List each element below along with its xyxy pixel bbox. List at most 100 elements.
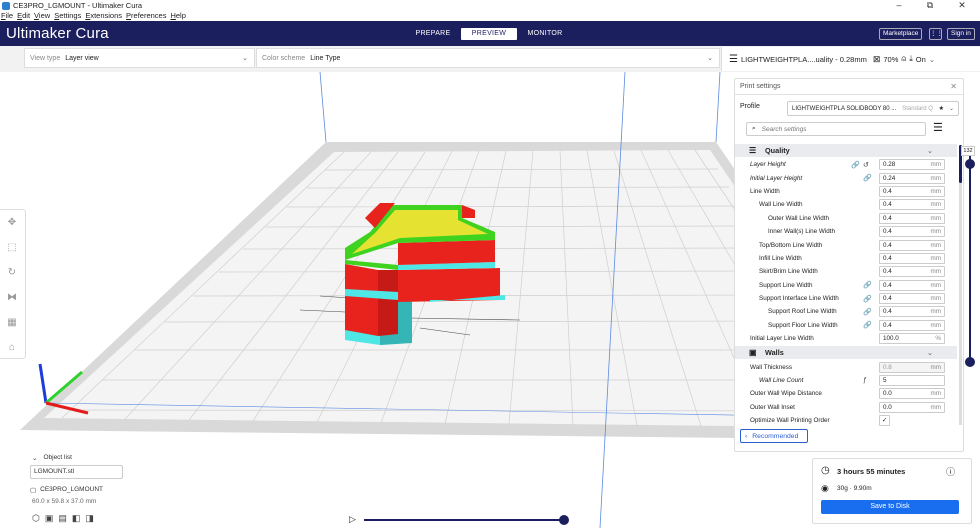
info-icon[interactable]: ⓘ bbox=[946, 465, 955, 478]
setting-value-field[interactable]: 0.4 mm bbox=[879, 239, 945, 251]
setting-label: Skirt/Brim Line Width bbox=[759, 268, 818, 276]
left-toolbar: ✥ ⬚ ↻ ⧓ ▦ ⌂ bbox=[0, 209, 26, 359]
profile-select[interactable]: LIGHTWEIGHTPLA SOLIDBODY 80 ... Standard… bbox=[787, 101, 959, 116]
setting-value-field[interactable]: 100.0% bbox=[879, 333, 945, 345]
setting-row: Skirt/Brim Line Width 0.4 mm bbox=[735, 265, 957, 278]
setting-value-field[interactable]: 0.4 mm bbox=[879, 319, 945, 331]
setting-value-field[interactable]: 0.28 mm bbox=[879, 159, 945, 171]
setting-value-field[interactable]: 5 bbox=[879, 375, 945, 387]
link-icon[interactable]: 🔗 bbox=[863, 281, 872, 289]
setting-value-field[interactable]: 0.8 mm bbox=[879, 361, 945, 373]
path-slider-handle[interactable] bbox=[559, 515, 569, 525]
setting-value-field[interactable]: 0.0 mm bbox=[879, 388, 945, 400]
profile-label: Profile bbox=[740, 102, 760, 110]
setting-row: Optimize Wall Printing Order ✓ bbox=[735, 414, 957, 427]
menu-file[interactable]: File bbox=[1, 11, 13, 21]
link-icon[interactable]: 🔗 bbox=[863, 295, 872, 303]
view-left-icon[interactable]: ◧ bbox=[72, 513, 81, 524]
play-icon[interactable]: ▷ bbox=[349, 514, 356, 525]
rotate-tool-icon[interactable]: ↻ bbox=[0, 260, 24, 285]
setting-unit: mm bbox=[930, 254, 942, 262]
view-right-icon[interactable]: ◨ bbox=[85, 513, 94, 524]
view-top-icon[interactable]: ▤ bbox=[58, 513, 67, 524]
color-scheme-select[interactable]: Color scheme Line Type ⌄ bbox=[256, 48, 720, 68]
setting-value-field[interactable]: 0.4 mm bbox=[879, 306, 945, 318]
setting-row: Support Line Width 🔗 0.4 mm bbox=[735, 279, 957, 292]
setting-checkbox[interactable]: ✓ bbox=[879, 415, 890, 427]
object-actions: ⬡ ▣ ▤ ◧ ◨ bbox=[32, 513, 94, 524]
marketplace-button[interactable]: Marketplace bbox=[879, 28, 923, 40]
menu-extensions[interactable]: Extensions bbox=[85, 11, 122, 21]
setting-value-field[interactable]: 0.4 mm bbox=[879, 185, 945, 197]
profile-value: LIGHTWEIGHTPLA SOLIDBODY 80 ... bbox=[792, 105, 897, 112]
maximize-icon[interactable]: ⧉ bbox=[915, 0, 945, 11]
move-tool-icon[interactable]: ✥ bbox=[0, 210, 24, 235]
setting-value-field[interactable]: 0.0 mm bbox=[879, 401, 945, 413]
per-model-settings-icon[interactable]: ▦ bbox=[0, 310, 24, 335]
support-blocker-icon[interactable]: ⌂ bbox=[0, 335, 24, 360]
save-to-disk-button[interactable]: Save to Disk bbox=[821, 500, 959, 514]
menu-preferences[interactable]: Preferences bbox=[126, 11, 166, 21]
layer-bottom-handle[interactable] bbox=[965, 357, 975, 367]
layer-top-value[interactable]: 132 bbox=[961, 146, 975, 156]
search-icon: ⌕ bbox=[752, 125, 756, 132]
view-front-icon[interactable]: ▣ bbox=[45, 513, 54, 524]
setting-label: Line Width bbox=[750, 187, 780, 195]
setting-value-field[interactable]: 0.4 mm bbox=[879, 226, 945, 238]
settings-scrollbar[interactable] bbox=[959, 145, 962, 425]
object-name-row: ▢ CE3PRO_LGMOUNT bbox=[30, 486, 103, 494]
minimize-icon[interactable]: – bbox=[884, 0, 914, 11]
setting-row: Wall Line Width 0.4 mm bbox=[735, 198, 957, 211]
category-quality[interactable]: ☰ Quality ⌄ bbox=[735, 144, 957, 157]
setting-unit: mm bbox=[930, 390, 942, 398]
setting-value-field[interactable]: 0.4 mm bbox=[879, 212, 945, 224]
reset-icon[interactable]: ↺ bbox=[863, 161, 869, 169]
tab-preview[interactable]: PREVIEW bbox=[461, 28, 517, 40]
link-icon[interactable]: 🔗 bbox=[863, 321, 872, 329]
scale-tool-icon[interactable]: ⬚ bbox=[0, 235, 24, 260]
menu-view[interactable]: View bbox=[34, 11, 50, 21]
apps-grid-icon[interactable]: ⋮⋮ bbox=[929, 28, 943, 40]
setting-value-field[interactable]: 0.4 mm bbox=[879, 252, 945, 264]
sign-in-button[interactable]: Sign in bbox=[947, 28, 975, 40]
setting-value-field[interactable]: 0.4 mm bbox=[879, 199, 945, 211]
setting-unit: % bbox=[935, 335, 941, 343]
setting-value-field[interactable]: 0.4 mm bbox=[879, 279, 945, 291]
setting-value-field[interactable]: 0.4 mm bbox=[879, 293, 945, 305]
function-icon[interactable]: ƒ bbox=[863, 377, 867, 384]
settings-menu-icon[interactable]: ☰ bbox=[933, 121, 943, 134]
search-input[interactable] bbox=[761, 125, 902, 133]
setting-value-field[interactable]: 0.4 mm bbox=[879, 266, 945, 278]
chevron-down-icon: ⌄ bbox=[928, 54, 936, 64]
object-icon: ▢ bbox=[30, 487, 37, 494]
setting-row: Top/Bottom Line Width 0.4 mm bbox=[735, 238, 957, 251]
object-list-item[interactable]: LGMOUNT.stl bbox=[30, 465, 123, 479]
setting-value-field[interactable]: 0.24 mm bbox=[879, 172, 945, 184]
tab-prepare[interactable]: PREPARE bbox=[405, 28, 461, 40]
menu-settings[interactable]: Settings bbox=[54, 11, 81, 21]
layer-slider[interactable]: 132 bbox=[961, 146, 976, 367]
link-icon[interactable]: 🔗 bbox=[863, 174, 872, 182]
setting-unit: mm bbox=[930, 308, 942, 316]
category-walls[interactable]: ▣ Walls ⌄ bbox=[735, 346, 957, 360]
color-scheme-value: Line Type bbox=[310, 54, 341, 62]
recommended-button[interactable]: ‹ Recommended bbox=[740, 429, 808, 443]
print-setup-selector[interactable]: ☰ LIGHTWEIGHTPLA....uality - 0.28mm ⊠ 70… bbox=[721, 47, 980, 71]
link-icon[interactable]: 🔗 bbox=[863, 308, 872, 316]
view-type-select[interactable]: View type Layer view ⌄ bbox=[24, 48, 255, 68]
star-icon[interactable]: ★ bbox=[939, 105, 944, 112]
close-icon[interactable]: ✕ bbox=[947, 0, 977, 11]
search-settings-field[interactable]: ⌕ bbox=[746, 122, 926, 136]
layer-top-handle[interactable] bbox=[965, 159, 975, 169]
mirror-tool-icon[interactable]: ⧓ bbox=[0, 285, 24, 310]
menu-edit[interactable]: Edit bbox=[17, 11, 30, 21]
view-3d-icon[interactable]: ⬡ bbox=[32, 513, 40, 524]
profile-hint: Standard Q bbox=[902, 105, 933, 112]
tab-monitor[interactable]: MONITOR bbox=[517, 28, 573, 40]
close-icon[interactable]: ✕ bbox=[950, 82, 957, 91]
link-icon[interactable]: 🔗 bbox=[851, 161, 860, 169]
menu-help[interactable]: Help bbox=[170, 11, 185, 21]
object-list-toggle[interactable]: ⌄ Object list bbox=[32, 454, 72, 462]
panel-header: Print settings ✕ bbox=[735, 79, 963, 95]
setting-unit: mm bbox=[930, 321, 942, 329]
